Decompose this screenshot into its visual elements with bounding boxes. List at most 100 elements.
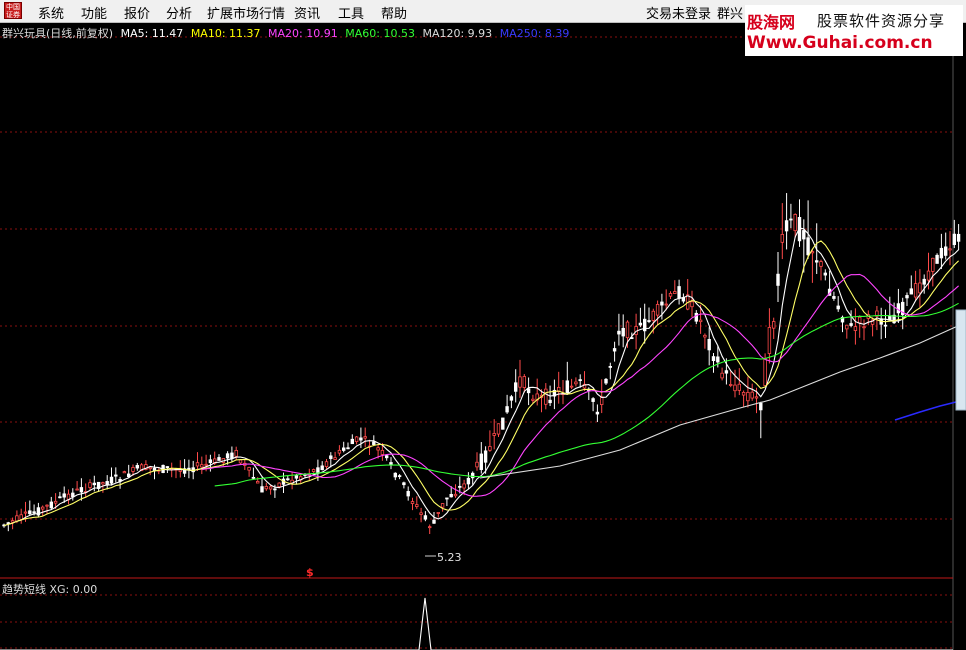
candle-body bbox=[716, 356, 720, 363]
candle-body bbox=[737, 383, 741, 391]
watermark-ad-banner: 股海网 股票软件资源分享 Www.Guhai.com.cn bbox=[745, 5, 963, 56]
candle-body bbox=[806, 237, 810, 256]
candle-body bbox=[604, 378, 608, 384]
candle-body bbox=[926, 270, 931, 281]
candle-body bbox=[638, 322, 643, 326]
candle-body bbox=[793, 214, 797, 232]
right-scroll-handle[interactable] bbox=[955, 309, 966, 411]
candle-body bbox=[264, 486, 268, 490]
candle-body bbox=[918, 282, 922, 294]
candle-body bbox=[853, 326, 858, 331]
candle-body bbox=[939, 247, 944, 259]
candle-body bbox=[114, 474, 118, 477]
candle-body bbox=[905, 295, 909, 299]
candle-body bbox=[346, 447, 350, 450]
candle-body bbox=[28, 510, 32, 515]
candle-body bbox=[333, 457, 337, 460]
candle-body bbox=[316, 467, 320, 474]
candle-body bbox=[350, 438, 354, 445]
candle-body bbox=[122, 471, 127, 474]
candle-body bbox=[268, 486, 273, 490]
menu-help[interactable]: 帮助 bbox=[381, 3, 407, 22]
candle-body bbox=[58, 496, 62, 499]
candle-body bbox=[832, 296, 836, 299]
candle-body bbox=[449, 493, 453, 498]
menu-extended-market[interactable]: 扩展市场行情 bbox=[207, 3, 285, 22]
menu-system[interactable]: 系统 bbox=[38, 3, 64, 22]
menu-function[interactable]: 功能 bbox=[81, 3, 107, 22]
candle-body bbox=[260, 486, 264, 493]
candle-body bbox=[944, 246, 948, 256]
candle-body bbox=[578, 379, 582, 382]
candle-body bbox=[522, 376, 526, 388]
candle-body bbox=[883, 324, 888, 327]
candle-body bbox=[858, 316, 862, 324]
candle-body bbox=[741, 391, 746, 396]
candle-body bbox=[677, 286, 681, 299]
candle-body bbox=[956, 233, 961, 242]
candle-body bbox=[337, 449, 342, 454]
candle-body bbox=[359, 437, 363, 441]
ma120-value: MA120: 9.93 bbox=[422, 27, 493, 40]
kline-chart[interactable] bbox=[0, 22, 966, 650]
stock-title: 群兴玩具(日线,前复权) bbox=[2, 27, 114, 40]
candle-body bbox=[935, 254, 939, 264]
candle-body bbox=[462, 483, 466, 489]
indicator-title: 趋势短线 XG: 0.00 bbox=[2, 583, 98, 596]
candle-body bbox=[608, 366, 612, 368]
candle-body bbox=[952, 233, 956, 245]
candle-body bbox=[6, 522, 10, 525]
menu-info[interactable]: 资讯 bbox=[294, 3, 320, 22]
candle-body bbox=[341, 447, 346, 451]
candle-body bbox=[836, 305, 840, 310]
candle-body bbox=[531, 398, 535, 401]
candle-body bbox=[595, 411, 600, 415]
candle-body bbox=[238, 459, 243, 464]
candle-body bbox=[45, 504, 49, 507]
candle-body bbox=[273, 488, 277, 491]
candle-body bbox=[750, 391, 754, 399]
candle-body bbox=[668, 293, 673, 297]
candle-body bbox=[845, 324, 849, 330]
candle-body bbox=[127, 473, 131, 478]
candle-body bbox=[384, 455, 389, 459]
candle-body bbox=[234, 449, 238, 457]
trade-login-status[interactable]: 交易未登录 bbox=[646, 3, 711, 22]
candle-body bbox=[763, 358, 767, 386]
indicator-panel bbox=[0, 309, 966, 650]
ma5-value: MA5: 11.47 bbox=[120, 27, 184, 40]
candle-body bbox=[62, 493, 66, 498]
candle-body bbox=[780, 233, 784, 243]
candle-body bbox=[544, 388, 548, 405]
chart-gridlines bbox=[0, 22, 954, 650]
candle-body bbox=[815, 260, 819, 263]
candle-body bbox=[922, 278, 926, 285]
candle-body bbox=[711, 356, 716, 362]
candle-body bbox=[673, 291, 677, 294]
candle-body bbox=[195, 462, 200, 467]
candle-body bbox=[406, 491, 410, 497]
candle-body bbox=[230, 452, 234, 459]
candle-body bbox=[247, 466, 251, 471]
candle-body bbox=[294, 475, 299, 479]
candle-body bbox=[514, 382, 518, 392]
candle-body bbox=[251, 476, 256, 479]
candle-body bbox=[135, 465, 139, 469]
candle-body bbox=[729, 384, 733, 386]
candle-body bbox=[518, 376, 522, 388]
candle-body bbox=[131, 467, 135, 472]
candle-body bbox=[548, 399, 552, 404]
candle-body bbox=[776, 273, 780, 286]
candle-body bbox=[660, 301, 664, 306]
candle-body bbox=[759, 402, 763, 411]
ma-line bbox=[3, 240, 959, 527]
candle-body bbox=[948, 248, 952, 251]
candle-body bbox=[767, 327, 772, 354]
menu-analysis[interactable]: 分析 bbox=[166, 3, 192, 22]
candle-body bbox=[324, 461, 329, 468]
candle-body bbox=[574, 381, 578, 385]
menu-quote[interactable]: 报价 bbox=[124, 3, 150, 22]
menu-tools[interactable]: 工具 bbox=[338, 3, 364, 22]
candle-body bbox=[23, 511, 28, 514]
candle-body bbox=[625, 321, 630, 339]
